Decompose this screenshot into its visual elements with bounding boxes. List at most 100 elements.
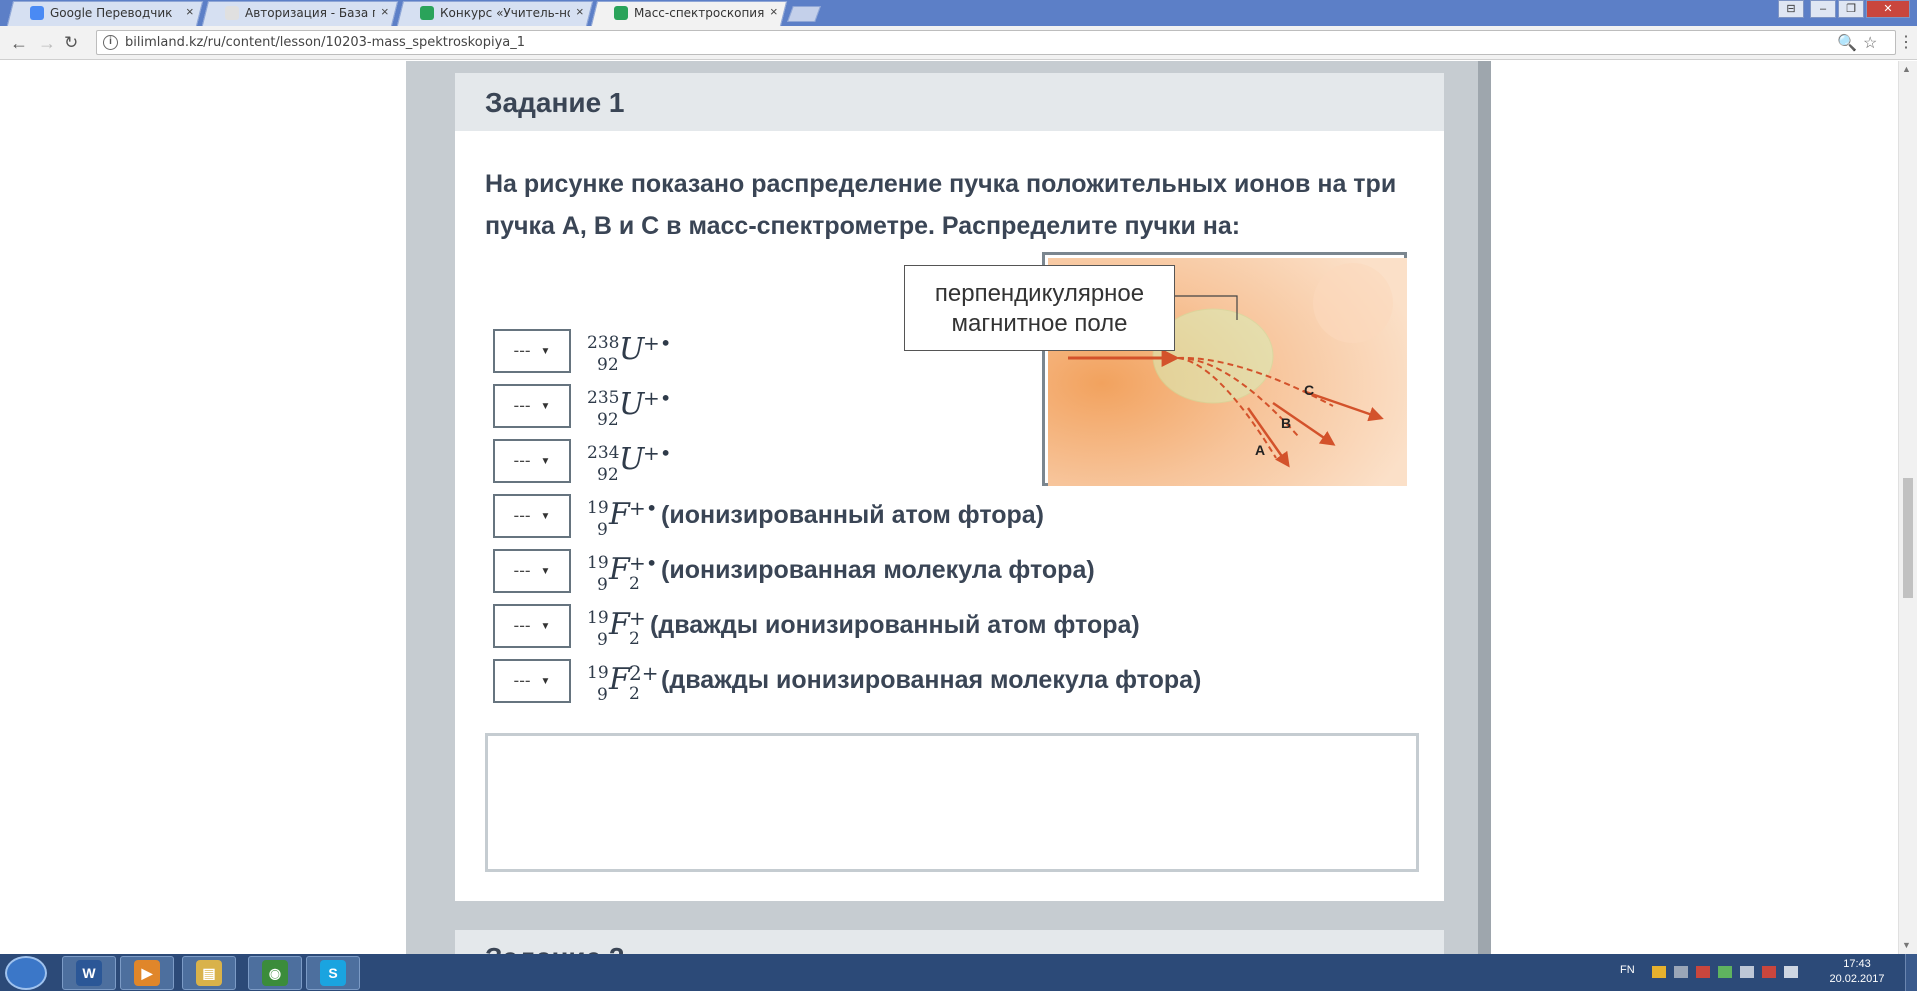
tab-close-icon[interactable]: × (770, 4, 778, 19)
browser-tab[interactable]: Google Переводчик (30, 1, 180, 25)
windows-taskbar: W ▶ ▤ ◉ S FN 17:43 20.02.2017 (0, 954, 1917, 991)
maximize-button[interactable]: ❐ (1838, 0, 1864, 18)
tab-close-icon[interactable]: × (381, 4, 389, 19)
chrome-icon: ◉ (262, 960, 288, 986)
volume-muted-icon[interactable] (1762, 966, 1776, 978)
zoom-icon[interactable]: 🔍 (1837, 33, 1857, 53)
beam-select[interactable]: --- ▼ (493, 659, 571, 703)
beam-select-value: --- (513, 561, 531, 580)
browser-tab[interactable]: Конкурс «Учитель-нова (420, 1, 570, 25)
atomic-number: 9 (597, 575, 608, 595)
browser-tab[interactable]: Авторизация - База пед (225, 1, 375, 25)
taskbar-app-chrome[interactable]: ◉ (248, 956, 302, 990)
scroll-down-icon[interactable]: ▼ (1902, 940, 1911, 950)
ion-charge: + (629, 606, 646, 630)
tab-favicon-icon (30, 6, 44, 20)
bookmark-star-icon[interactable]: ☆ (1863, 33, 1877, 53)
minimize-button[interactable]: – (1810, 0, 1836, 18)
beam-label-b: B (1281, 415, 1292, 431)
chevron-down-icon: ▼ (540, 620, 551, 632)
tab-close-icon[interactable]: × (576, 4, 584, 19)
taskbar-app-media-player[interactable]: ▶ (120, 956, 174, 990)
browser-tab[interactable]: Масс-спектроскопия (1) (614, 1, 764, 25)
show-desktop-button[interactable] (1905, 954, 1917, 991)
atomic-number: 9 (597, 685, 608, 705)
site-info-icon[interactable]: i (103, 35, 118, 50)
scroll-up-icon[interactable]: ▲ (1902, 64, 1911, 74)
reload-icon[interactable]: ↻ (64, 33, 78, 53)
system-clock[interactable]: 17:43 20.02.2017 (1826, 957, 1888, 987)
language-indicator[interactable]: FN (1620, 964, 1635, 976)
tab-title: Масс-спектроскопия (1) (634, 6, 764, 20)
element-symbol: U (619, 387, 645, 422)
antivirus-icon[interactable] (1696, 966, 1710, 978)
element-symbol: F (609, 607, 630, 642)
task-question: На рисунке показано распределение пучка … (485, 170, 1397, 240)
atomic-number: 92 (597, 410, 619, 430)
beam-select-value: --- (513, 396, 531, 415)
arrow-icon[interactable] (1674, 966, 1688, 978)
clock-date: 20.02.2017 (1829, 973, 1885, 985)
label-leader-line (1175, 295, 1238, 320)
beam-select[interactable]: --- ▼ (493, 549, 571, 593)
answer-textarea[interactable] (485, 733, 1419, 872)
word-icon: W (76, 960, 102, 986)
element-symbol: F (609, 552, 630, 587)
beam-select[interactable]: --- ▼ (493, 494, 571, 538)
ion-charge: +• (629, 496, 658, 520)
mass-number: 19 (587, 498, 609, 518)
new-tab-button[interactable] (787, 6, 821, 22)
tab-title: Конкурс «Учитель-нова (440, 6, 570, 20)
menu-icon[interactable]: ⋮ (1898, 33, 1914, 53)
tab-title: Google Переводчик (50, 6, 173, 20)
beam-select[interactable]: --- ▼ (493, 384, 571, 428)
tab-favicon-icon (614, 6, 628, 20)
ion-charge: +• (643, 331, 672, 355)
close-window-button[interactable]: ✕ (1866, 0, 1910, 18)
taskbar-app-word[interactable]: W (62, 956, 116, 990)
flag-icon[interactable] (1784, 966, 1798, 978)
back-arrow-icon[interactable]: ← (10, 33, 28, 53)
warning-icon[interactable] (1652, 966, 1666, 978)
tab-favicon-icon (225, 6, 239, 20)
next-task-card: Задание 2 (455, 930, 1444, 954)
chevron-down-icon: ▼ (540, 675, 551, 687)
url-field[interactable]: i bilimland.kz/ru/content/lesson/10203-m… (96, 30, 1896, 55)
atomic-number: 92 (597, 465, 619, 485)
taskbar-app-explorer[interactable]: ▤ (182, 956, 236, 990)
mass-number: 19 (587, 553, 609, 573)
start-button[interactable] (5, 956, 47, 990)
chevron-down-icon: ▼ (540, 345, 551, 357)
taskbar-app-skype[interactable]: S (306, 956, 360, 990)
browser-tab-bar: Google Переводчик × Авторизация - База пед… (0, 0, 1917, 26)
molecule-subscript: 2 (629, 574, 640, 594)
beam-select[interactable]: --- ▼ (493, 439, 571, 483)
ion-charge: +• (643, 386, 672, 410)
beam-select[interactable]: --- ▼ (493, 604, 571, 648)
ion-description: (дважды ионизированный атом фтора) (650, 611, 1140, 639)
beam-select[interactable]: --- ▼ (493, 329, 571, 373)
element-symbol: F (609, 497, 630, 532)
network-icon[interactable] (1740, 966, 1754, 978)
forward-arrow-icon[interactable]: → (38, 33, 56, 53)
window-pin-button[interactable]: ⊟ (1778, 0, 1804, 18)
element-symbol: U (619, 332, 645, 367)
next-task-title: Задание 2 (485, 942, 625, 954)
atomic-number: 9 (597, 630, 608, 650)
ion-charge: 2+ (629, 661, 659, 685)
explorer-icon: ▤ (196, 960, 222, 986)
beam-select-value: --- (513, 506, 531, 525)
task-title: Задание 1 (485, 87, 625, 118)
security-icon[interactable] (1718, 966, 1732, 978)
answer-row: --- ▼ 19 9 F +2 (дважды ионизированный атом фт… (493, 604, 1293, 650)
mass-number: 235 (587, 388, 620, 408)
mass-number: 19 (587, 663, 609, 683)
ion-charge: +• (643, 441, 672, 465)
ion-charge: +• (629, 551, 658, 575)
tab-close-icon[interactable]: × (186, 4, 194, 19)
figure-glow (1313, 263, 1393, 343)
element-symbol: F (609, 662, 630, 697)
chevron-down-icon: ▼ (540, 400, 551, 412)
beam-label-a: A (1255, 442, 1266, 458)
scrollbar-thumb[interactable] (1903, 478, 1913, 598)
